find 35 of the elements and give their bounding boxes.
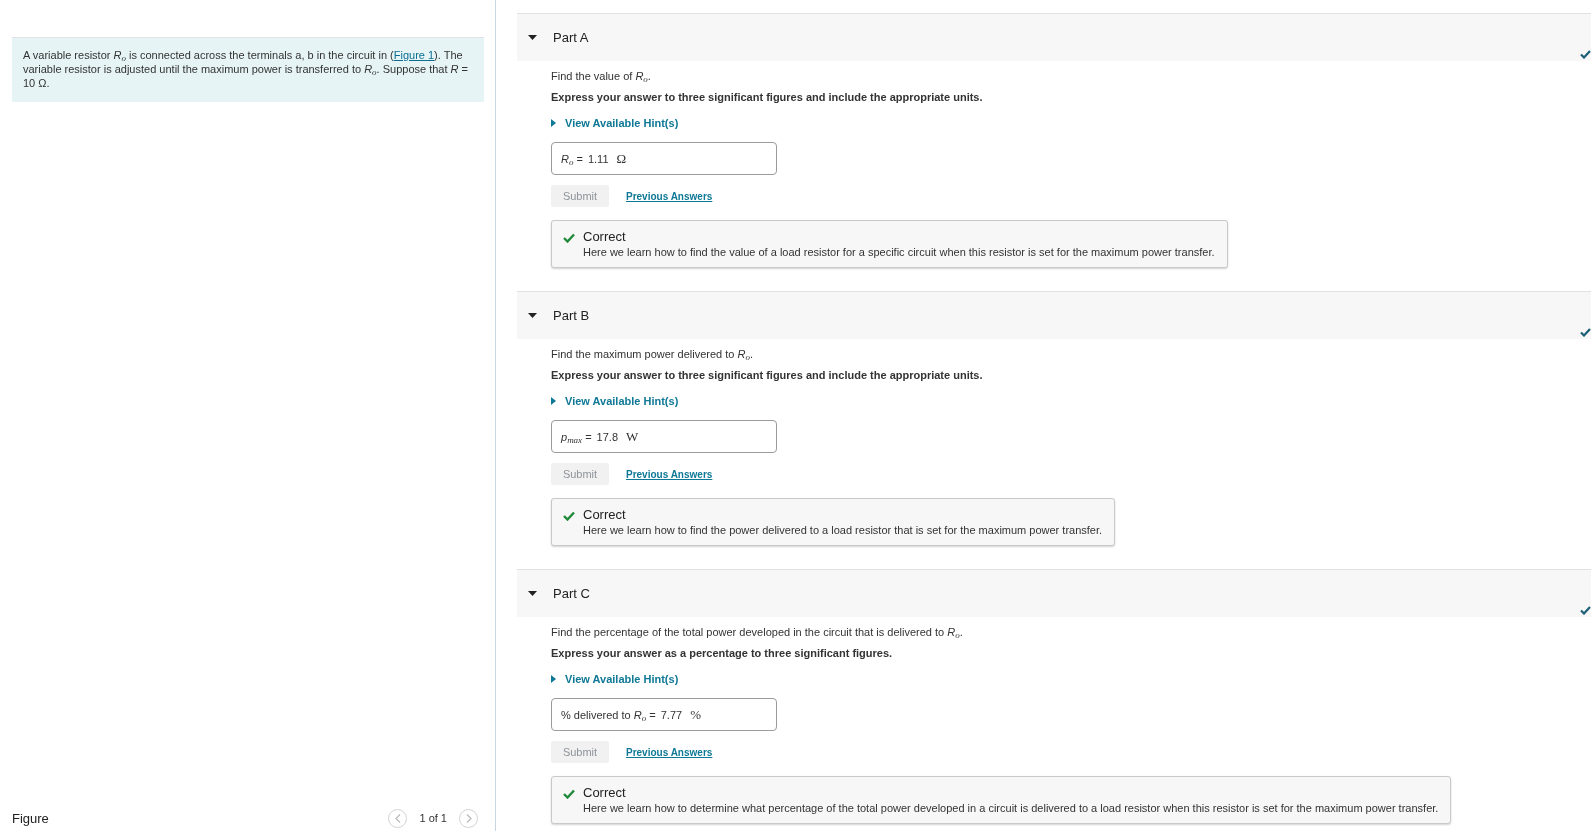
part-header[interactable]: Part A [517, 13, 1591, 61]
part-header[interactable]: Part B [517, 291, 1591, 339]
instruction-text: Express your answer to three significant figures and include the appropriate units. [551, 368, 983, 382]
question-text: Find the value of R$_{o}$. [551, 69, 651, 83]
chevron-right-icon [465, 813, 472, 823]
caret-right-icon [551, 119, 556, 127]
answer-field[interactable]: % delivered to R$_{o}$ = 7.77 % [551, 698, 777, 731]
hint-toggle[interactable]: View Available Hint(s) [551, 116, 679, 130]
feedback-title: Correct [583, 229, 626, 245]
feedback-message: Here we learn how to find the value of a load resistor for a specific circuit when this resistor is set for the maximum power transfer. [583, 245, 1215, 259]
feedback-title: Correct [583, 507, 626, 523]
previous-answers-link[interactable]: Previous Answers [626, 190, 713, 202]
previous-answers-link[interactable]: Previous Answers [626, 468, 713, 480]
feedback-message: Here we learn how to determine what percentage of the total power developed in a circuit is delivered to a load resistor when this resistor is set for the maximum power transfer. [583, 801, 1439, 815]
figure-link[interactable]: Figure 1 [393, 49, 435, 61]
question-text: Find the percentage of the total power developed in the circuit that is delivered to R$_{o}$. [551, 625, 963, 639]
next-figure-button[interactable] [459, 808, 478, 828]
instruction-text: Express your answer to three significant figures and include the appropriate units. [551, 90, 983, 104]
caret-right-icon [551, 397, 556, 405]
question-text: Find the maximum power delivered to R$_{o}$. [551, 347, 753, 361]
previous-answers-link[interactable]: Previous Answers [626, 746, 713, 758]
answer-field[interactable]: R$_{o}$ = 1.11 Ω [551, 142, 777, 175]
feedback-message: Here we learn how to find the power delivered to a load resistor that is set for the maximum power transfer. [583, 523, 1103, 537]
page-count: 1 of 1 [419, 812, 447, 824]
caret-right-icon [551, 675, 556, 683]
answer-field[interactable]: p$_{max}$ = 17.8 W [551, 420, 777, 453]
problem-statement: A variable resistor R$_{o}$ is connected across the terminals a, b in the circuit in (Figure 1). The variable resistor is adjusted until the maximum power is transferred to R$_{o}$. Suppose that R = 10 Ω. [12, 37, 484, 102]
figure-heading: Figure [12, 810, 49, 826]
instruction-text: Express your answer as a percentage to three significant figures. [551, 646, 893, 660]
hint-toggle[interactable]: View Available Hint(s) [551, 394, 679, 408]
chevron-left-icon [394, 813, 401, 823]
hint-toggle[interactable]: View Available Hint(s) [551, 672, 679, 686]
part-header[interactable]: Part C [517, 569, 1591, 617]
feedback-title: Correct [583, 785, 626, 801]
previous-figure-button[interactable] [388, 808, 408, 828]
